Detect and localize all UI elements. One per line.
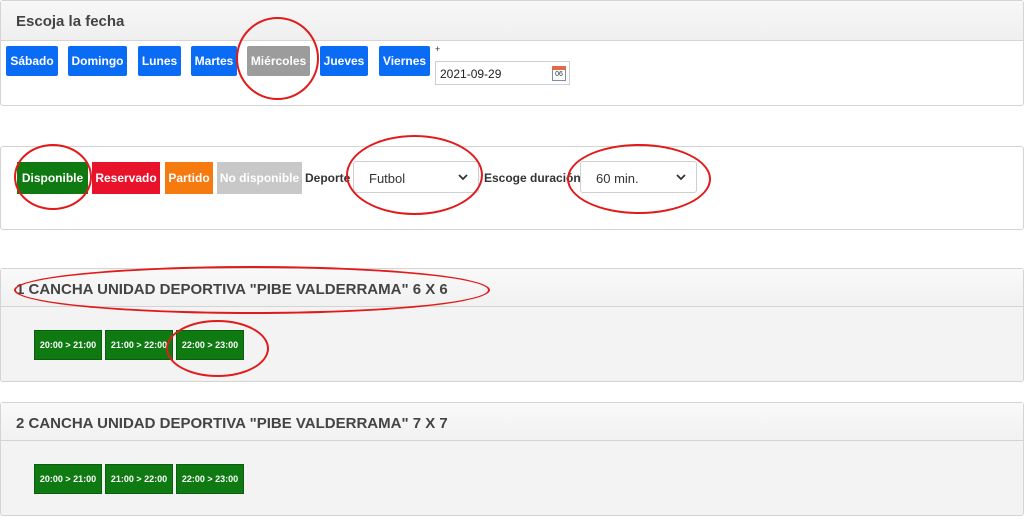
date-panel: Escoja la fecha Sábado Domingo Lunes Mar… [0,0,1024,106]
plus-mark: + [435,44,441,54]
duration-select[interactable]: 60 min. [580,161,697,193]
time-slot[interactable]: 20:00 > 21:00 [34,330,102,360]
duration-select-value: 60 min. [596,171,639,186]
court-title: 2 CANCHA UNIDAD DEPORTIVA "PIBE VALDERRA… [16,415,448,432]
date-panel-title: Escoja la fecha [16,13,125,30]
filter-panel: Disponible Reservado Partido No disponib… [0,146,1024,230]
chevron-down-icon [458,174,468,181]
court-header: 2 CANCHA UNIDAD DEPORTIVA "PIBE VALDERRA… [1,403,1023,441]
legend-match: Partido [165,162,213,194]
time-slot[interactable]: 22:00 > 23:00 [176,330,244,360]
day-button-viernes[interactable]: Viernes [379,46,430,76]
time-slot[interactable]: 22:00 > 23:00 [176,464,244,494]
date-input[interactable]: 2021-09-29 06 [435,61,570,85]
date-input-value: 2021-09-29 [440,67,502,81]
sport-select[interactable]: Futbol [353,161,479,193]
day-button-jueves[interactable]: Jueves [320,46,368,76]
court-panel-2: 2 CANCHA UNIDAD DEPORTIVA "PIBE VALDERRA… [0,402,1024,516]
court-panel-1: 1 CANCHA UNIDAD DEPORTIVA "PIBE VALDERRA… [0,268,1024,382]
court-title: 1 CANCHA UNIDAD DEPORTIVA "PIBE VALDERRA… [16,281,448,298]
day-button-martes[interactable]: Martes [191,46,237,76]
duration-label: Escoge duración [484,171,581,185]
time-slot[interactable]: 21:00 > 22:00 [105,464,173,494]
day-button-sabado[interactable]: Sábado [6,46,58,76]
time-slot[interactable]: 21:00 > 22:00 [105,330,173,360]
calendar-icon[interactable]: 06 [552,66,566,81]
court-header: 1 CANCHA UNIDAD DEPORTIVA "PIBE VALDERRA… [1,269,1023,307]
day-button-lunes[interactable]: Lunes [138,46,181,76]
legend-available: Disponible [17,162,88,194]
date-panel-header: Escoja la fecha [1,1,1023,41]
sport-select-value: Futbol [369,171,406,186]
legend-unavailable: No disponible [217,162,302,194]
sport-label: Deporte [305,171,351,185]
day-button-domingo[interactable]: Domingo [68,46,127,76]
chevron-down-icon [676,174,686,181]
day-button-miercoles[interactable]: Miércoles [247,46,310,76]
legend-reserved: Reservado [92,162,160,194]
time-slot[interactable]: 20:00 > 21:00 [34,464,102,494]
